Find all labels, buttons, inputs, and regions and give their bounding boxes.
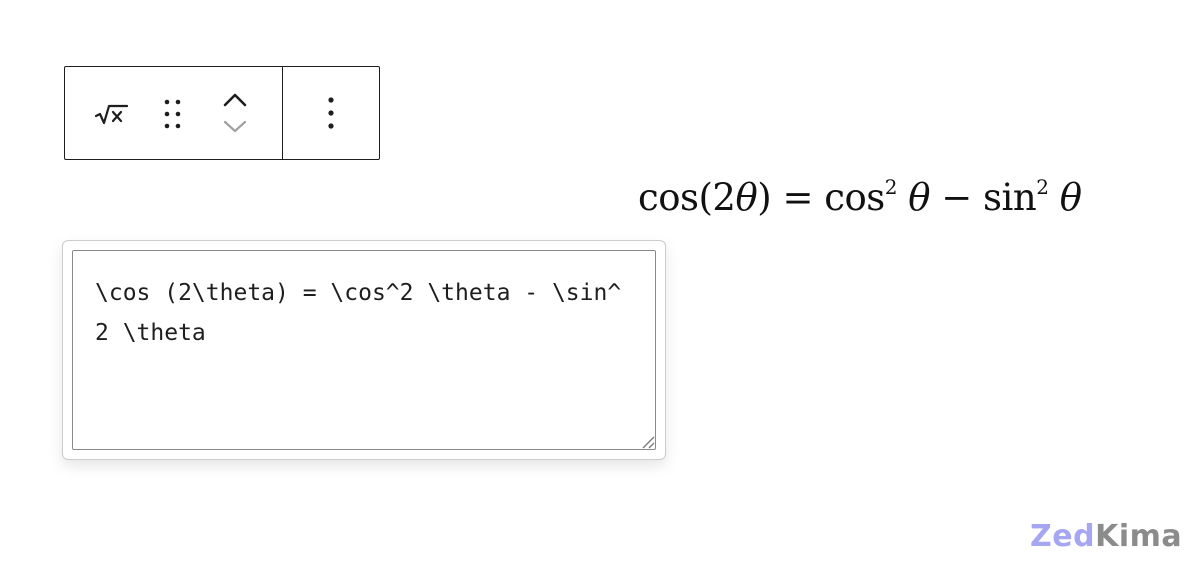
block-mover xyxy=(213,85,257,141)
resize-handle-icon[interactable] xyxy=(639,433,655,449)
drag-dots-icon xyxy=(164,99,181,129)
vertical-ellipsis-icon xyxy=(328,97,334,129)
square-root-icon xyxy=(94,104,128,125)
formula-cos: cos xyxy=(638,176,699,219)
formula-equals: = xyxy=(771,176,825,219)
formula-theta-3: θ xyxy=(1059,176,1082,219)
math-block-button[interactable] xyxy=(87,95,135,135)
rendered-formula[interactable]: cos(2θ) = cos2 θ − sin2 θ xyxy=(638,175,1082,219)
formula-minus: − xyxy=(930,176,984,219)
move-up-button[interactable] xyxy=(213,87,257,113)
formula-theta-2: θ xyxy=(908,176,931,219)
latex-popover xyxy=(62,240,666,460)
formula-exponent-1: 2 xyxy=(884,175,898,199)
block-toolbar xyxy=(64,66,380,160)
formula-theta-1: θ xyxy=(735,176,758,219)
chevron-up-icon xyxy=(223,93,247,107)
chevron-down-icon xyxy=(223,120,247,133)
drag-handle[interactable] xyxy=(153,93,193,135)
toolbar-main-group xyxy=(65,67,283,159)
formula-cos2: cos xyxy=(824,176,885,219)
logo-part-kima: Kima xyxy=(1095,519,1183,554)
move-down-button[interactable] xyxy=(213,113,257,139)
formula-open: (2 xyxy=(698,176,736,219)
zedkima-logo: ZedKima xyxy=(1030,519,1182,554)
toolbar-more-group xyxy=(283,67,379,159)
more-options-button[interactable] xyxy=(311,88,351,138)
latex-input[interactable] xyxy=(72,250,656,450)
formula-sin: sin xyxy=(983,176,1037,219)
formula-exponent-2: 2 xyxy=(1036,175,1049,199)
logo-part-zed: Zed xyxy=(1030,519,1096,554)
formula-close: ) xyxy=(757,176,772,219)
